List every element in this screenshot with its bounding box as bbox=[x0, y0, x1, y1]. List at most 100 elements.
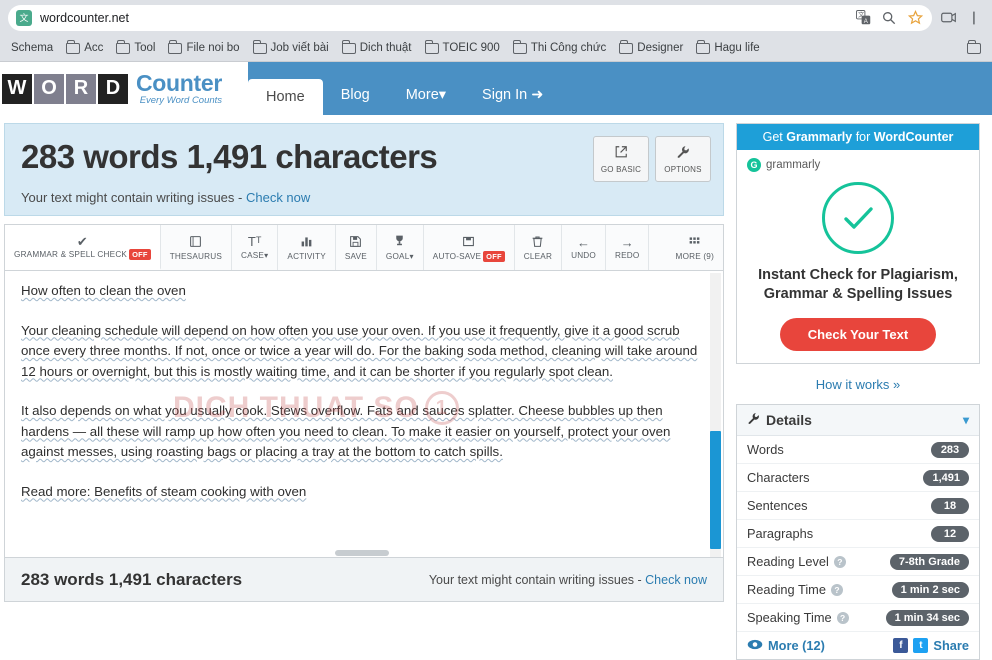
nav-item-home[interactable]: Home bbox=[248, 79, 323, 115]
toolbar-auto-save[interactable]: AUTO-SAVE OFF bbox=[424, 225, 515, 270]
editor-horizontal-scrollbar[interactable] bbox=[335, 550, 389, 556]
details-row-paragraphs: Paragraphs 12 bbox=[737, 520, 979, 548]
toolbar-auto-save-label: AUTO-SAVE bbox=[432, 251, 482, 261]
check-now-link[interactable]: Check now bbox=[246, 190, 310, 205]
bookmark-label: TOEIC 900 bbox=[442, 42, 500, 54]
toolbar-case[interactable]: Tᵀ CASE▾ bbox=[232, 225, 279, 270]
options-button[interactable]: OPTIONS bbox=[655, 136, 711, 182]
share-label[interactable]: Share bbox=[933, 638, 969, 653]
logo-letters: W O R D bbox=[2, 73, 130, 104]
logo-wordmark: Counter Every Word Counts bbox=[136, 71, 222, 106]
editor-heading: How often to clean the oven bbox=[21, 283, 186, 298]
wrench-icon bbox=[676, 145, 690, 162]
nav-item-blog[interactable]: Blog bbox=[323, 76, 388, 115]
status-check-now-link[interactable]: Check now bbox=[645, 573, 707, 587]
toolbar-redo[interactable]: → REDO bbox=[606, 225, 650, 270]
search-icon[interactable] bbox=[880, 9, 898, 27]
details-title: Details bbox=[766, 412, 812, 428]
translate-icon[interactable]: 文A bbox=[854, 9, 872, 27]
details-label: Reading Time bbox=[747, 582, 826, 597]
nav-item-sign-in-label: Sign In bbox=[482, 87, 528, 103]
details-row-speaking-time: Speaking Time ? 1 min 34 sec bbox=[737, 604, 979, 632]
star-icon[interactable] bbox=[906, 9, 924, 27]
site-logo[interactable]: W O R D Counter Every Word Counts bbox=[0, 62, 248, 115]
toolbar-undo-label: UNDO bbox=[571, 250, 596, 260]
undo-arrow-icon: ← bbox=[577, 234, 591, 250]
bookmark-folder-designer[interactable]: Designer bbox=[614, 40, 688, 56]
editor-scrollbar-thumb[interactable] bbox=[710, 431, 721, 549]
editor-paragraph-2: It also depends on what you usually cook… bbox=[21, 403, 671, 459]
nav-item-sign-in[interactable]: Sign In ➜ bbox=[464, 76, 561, 115]
menu-icon[interactable] bbox=[964, 8, 984, 28]
how-it-works-link[interactable]: How it works » bbox=[736, 377, 980, 392]
bookmark-folder-thi-cong-chuc[interactable]: Thi Công chức bbox=[508, 40, 611, 56]
details-more-link[interactable]: More (12) bbox=[768, 638, 825, 653]
promo-title-line2: Grammar & Spelling Issues bbox=[763, 286, 953, 302]
editor-toolbar: ✔ GRAMMAR & SPELL CHECK OFF THESAURUS Tᵀ … bbox=[4, 224, 724, 270]
toolbar-grammar-label: GRAMMAR & SPELL CHECK bbox=[14, 249, 128, 259]
redo-arrow-icon: → bbox=[620, 234, 634, 250]
toolbar-thesaurus[interactable]: THESAURUS bbox=[161, 225, 232, 270]
bookmark-item[interactable]: Schema bbox=[6, 40, 58, 56]
facebook-icon[interactable]: f bbox=[893, 638, 909, 653]
check-circle-icon bbox=[822, 182, 894, 254]
toolbar-redo-label: REDO bbox=[615, 250, 640, 260]
bookmark-label: Hagu life bbox=[714, 42, 760, 54]
toolbar-goal[interactable]: GOAL▾ bbox=[377, 225, 424, 270]
bookmark-folder-tool[interactable]: Tool bbox=[111, 40, 160, 56]
grammarly-promo-title: Instant Check for Plagiarism, Grammar & … bbox=[747, 266, 969, 304]
details-value: 1,491 bbox=[923, 469, 969, 486]
toolbar-save-label: SAVE bbox=[344, 251, 367, 261]
bookmark-folder-file-noi-bo[interactable]: File noi bo bbox=[163, 40, 244, 56]
bookmark-label: Tool bbox=[134, 42, 156, 54]
bookmark-folder-toeic-900[interactable]: TOEIC 900 bbox=[420, 40, 505, 56]
toolbar-thesaurus-label: THESAURUS bbox=[169, 251, 222, 261]
info-icon[interactable]: ? bbox=[833, 555, 846, 568]
check-your-text-button[interactable]: Check Your Text bbox=[780, 318, 936, 351]
info-icon[interactable]: ? bbox=[830, 583, 843, 596]
bookmark-label: Thi Công chức bbox=[530, 42, 607, 54]
folder-icon bbox=[168, 40, 183, 54]
bookmark-folder-acc[interactable]: Acc bbox=[61, 40, 108, 56]
details-value: 1 min 34 sec bbox=[885, 609, 969, 626]
bookmark-folder-hagu-life[interactable]: Hagu life bbox=[691, 40, 764, 56]
toolbar-clear-label: CLEAR bbox=[523, 251, 553, 261]
toolbar-grammar-spell-check[interactable]: ✔ GRAMMAR & SPELL CHECK OFF bbox=[5, 225, 161, 270]
folder-icon bbox=[116, 40, 131, 54]
trash-icon bbox=[531, 235, 544, 250]
caret-down-icon: ▾ bbox=[438, 87, 447, 103]
bookmark-folder-job-viet-bai[interactable]: Job viết bài bbox=[248, 40, 334, 56]
bookmark-folder-dich-thuat[interactable]: Dich thuật bbox=[337, 40, 417, 56]
promo-prefix: Get bbox=[762, 130, 787, 144]
check-icon: ✔ bbox=[76, 233, 88, 249]
bookmark-label: Designer bbox=[637, 42, 684, 54]
twitter-icon[interactable]: t bbox=[913, 638, 929, 653]
counter-notice: Your text might contain writing issues -… bbox=[21, 190, 707, 205]
bookmarks-bar: Schema Acc Tool File noi bo Job viết bài… bbox=[0, 35, 992, 62]
bookmark-label: Dich thuật bbox=[359, 42, 412, 54]
chevron-down-icon[interactable]: ▾ bbox=[963, 413, 969, 427]
info-icon[interactable]: ? bbox=[836, 611, 849, 624]
nav-item-more[interactable]: More▾ bbox=[388, 76, 464, 115]
details-header[interactable]: Details ▾ bbox=[737, 405, 979, 436]
details-label: Reading Level bbox=[747, 554, 829, 569]
address-bar[interactable]: 文 wordcounter.net 文A bbox=[8, 4, 932, 31]
status-count: 283 words 1,491 characters bbox=[21, 569, 243, 589]
details-row-sentences: Sentences 18 bbox=[737, 492, 979, 520]
browser-toolbar: 文 wordcounter.net 文A bbox=[0, 0, 992, 35]
main-column: 283 words 1,491 characters Your text mig… bbox=[4, 123, 724, 650]
editor-content[interactable]: How often to clean the oven Your cleanin… bbox=[5, 271, 723, 529]
text-editor-area[interactable]: How often to clean the oven Your cleanin… bbox=[4, 270, 724, 558]
extensions-icon[interactable] bbox=[938, 8, 958, 28]
go-basic-button[interactable]: GO BASIC bbox=[593, 136, 649, 182]
floppy-disk-icon bbox=[349, 235, 362, 250]
toolbar-undo[interactable]: ← UNDO bbox=[562, 225, 606, 270]
toolbar-activity[interactable]: ACTIVITY bbox=[278, 225, 336, 270]
bookmark-label: File noi bo bbox=[186, 42, 240, 54]
toolbar-clear[interactable]: CLEAR bbox=[515, 225, 563, 270]
toolbar-more[interactable]: MORE (9) bbox=[667, 225, 723, 270]
toolbar-save[interactable]: SAVE bbox=[336, 225, 377, 270]
details-value: 7-8th Grade bbox=[889, 553, 969, 570]
page-translate-icon: 文 bbox=[16, 9, 32, 26]
bookmark-overflow-icon[interactable] bbox=[962, 40, 986, 56]
